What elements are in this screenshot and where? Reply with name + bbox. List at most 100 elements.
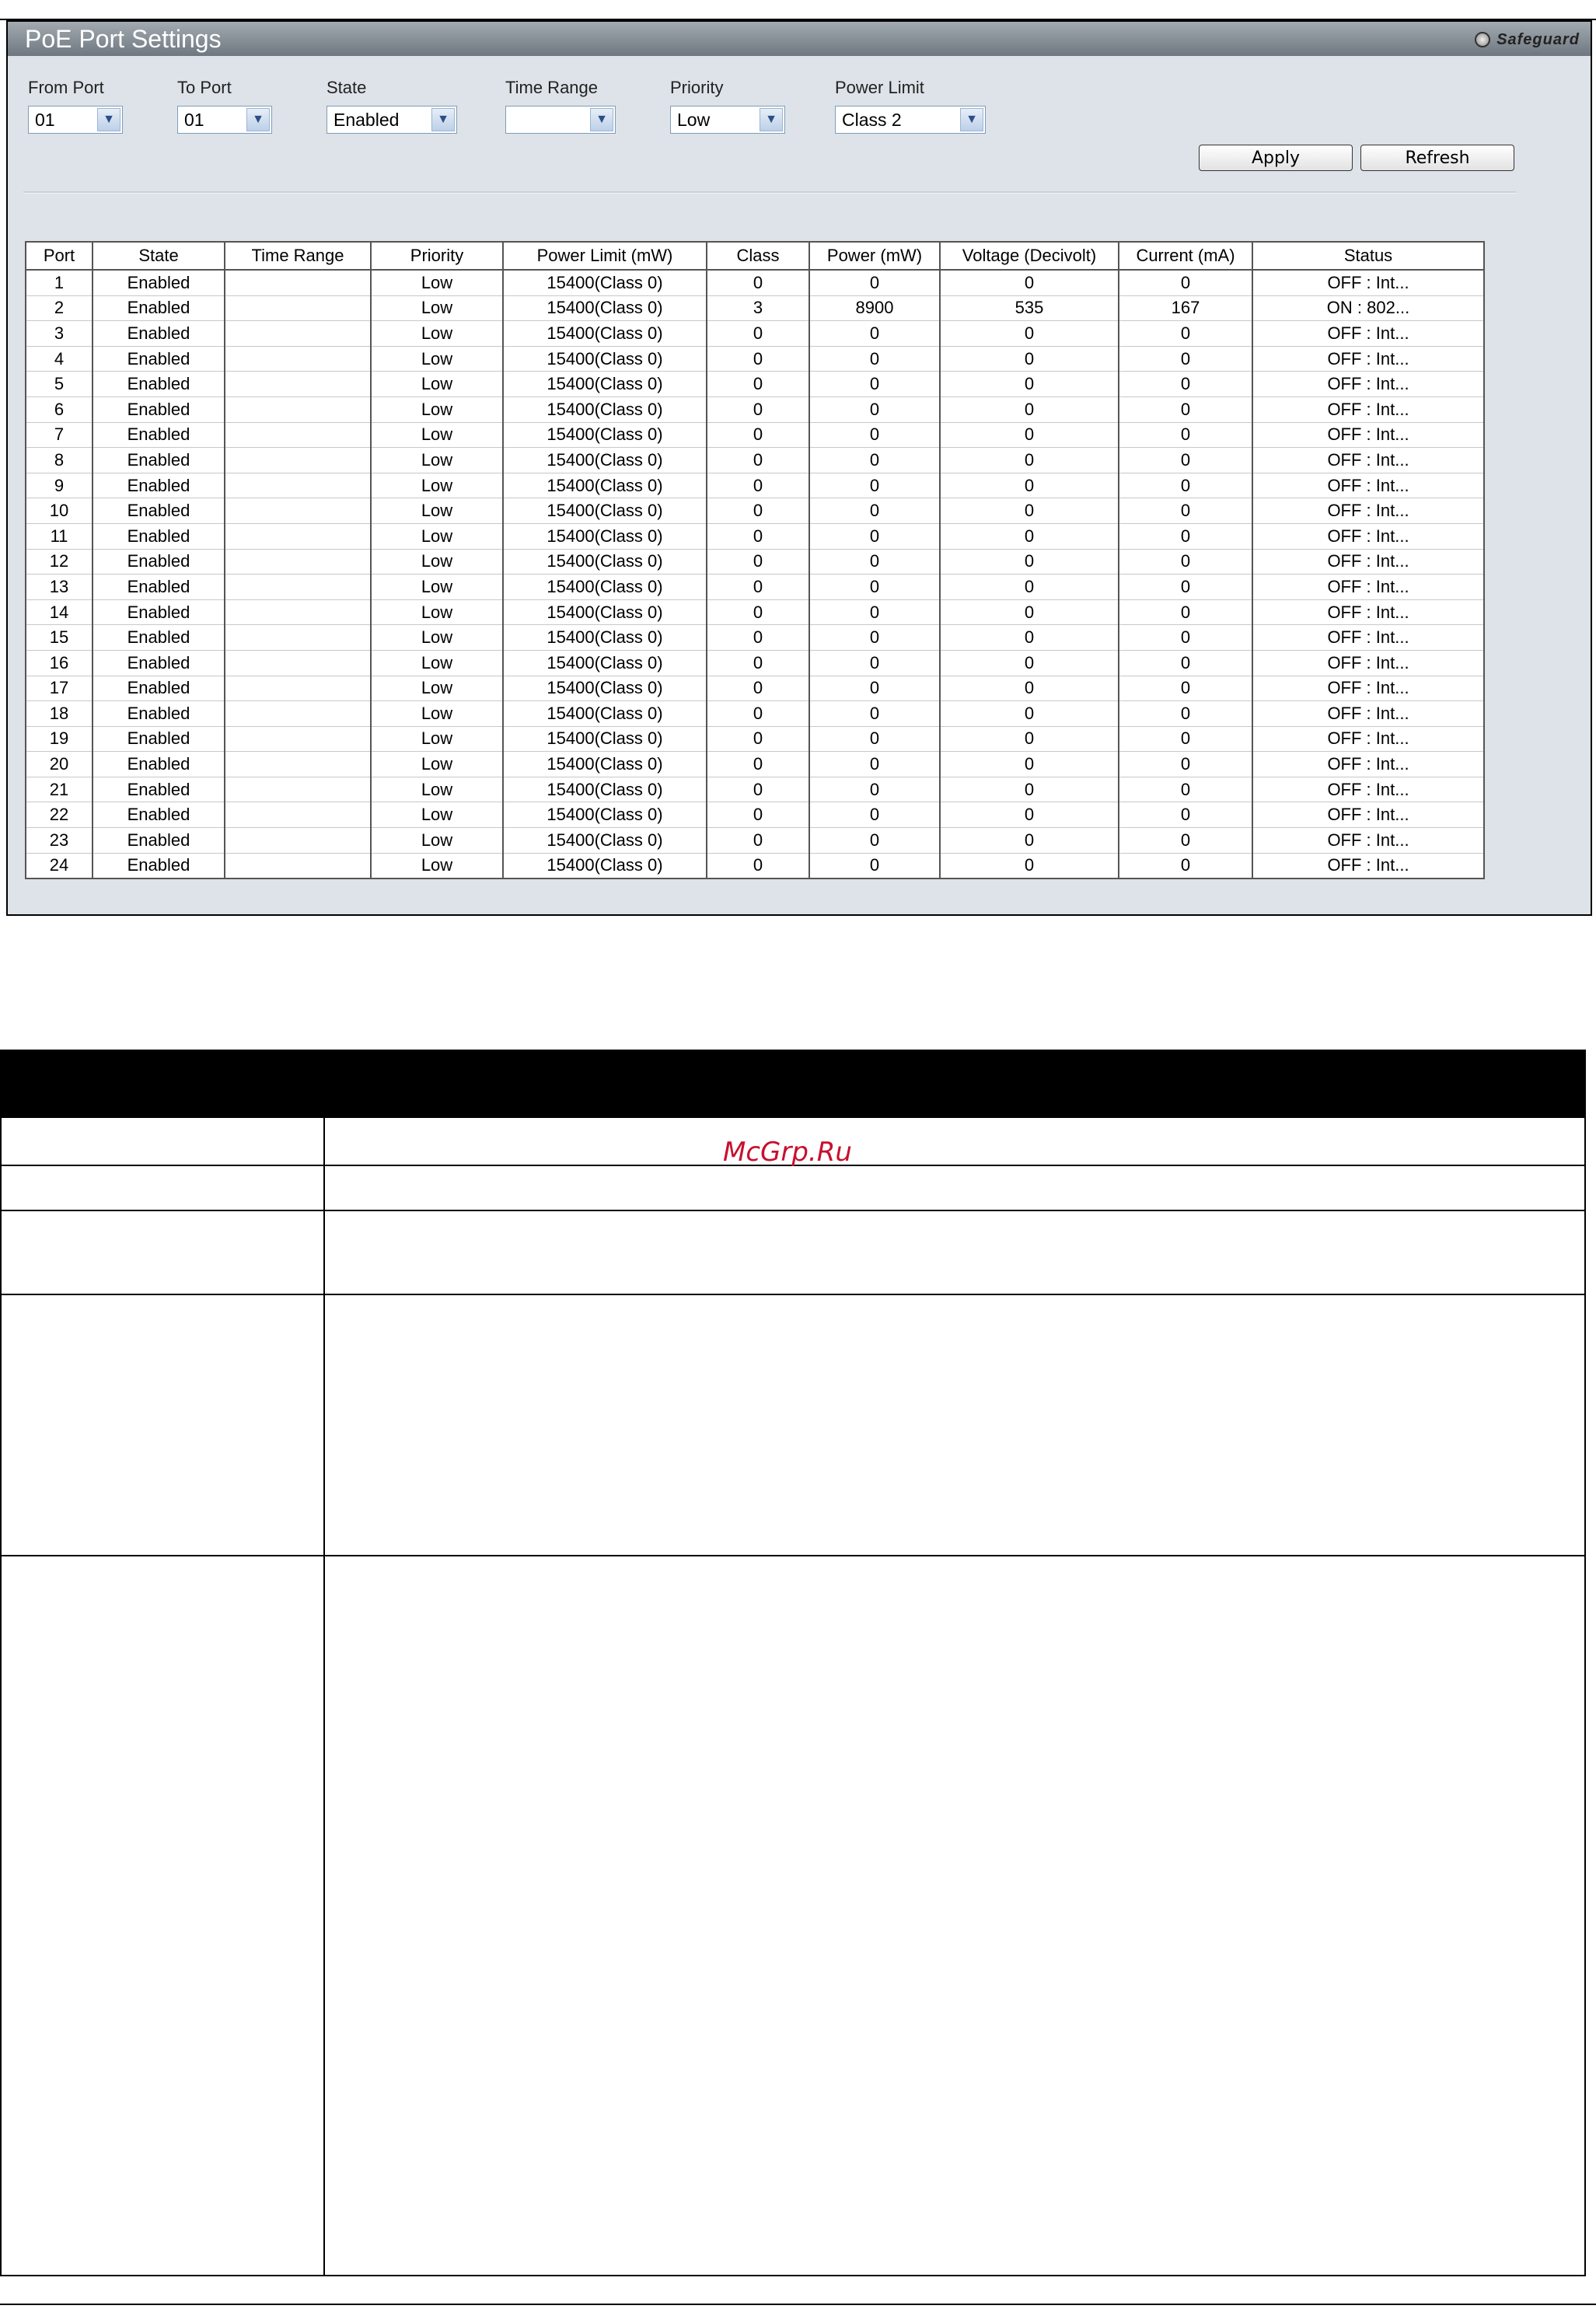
- cell-voltage: 0: [939, 751, 1119, 777]
- cell-voltage: 0: [939, 726, 1119, 753]
- poe-port-table: Port State Time Range Priority Power Lim…: [25, 241, 1485, 880]
- cell-power-limit: 15400(Class 0): [502, 295, 707, 322]
- cell-power-limit: 15400(Class 0): [502, 447, 707, 473]
- chevron-down-icon[interactable]: ▼: [431, 108, 455, 131]
- cell-time-range: [224, 827, 372, 854]
- cell-port: 19: [25, 726, 93, 753]
- cell-class: 0: [706, 624, 810, 651]
- safeguard-indicator: Safeguard: [1475, 29, 1580, 51]
- refresh-button[interactable]: Refresh: [1360, 145, 1514, 171]
- table-row: 3 Enabled Low 15400(Class 0) 0 0 0 0 OFF : Int..…: [25, 320, 1485, 347]
- cell-port: 2: [25, 295, 93, 322]
- power-limit-label: Power Limit: [835, 78, 924, 97]
- from-port-select[interactable]: 01 ▼: [28, 106, 123, 134]
- cell-priority: Low: [370, 751, 504, 777]
- cell-time-range: [224, 346, 372, 372]
- cell-power-limit: 15400(Class 0): [502, 320, 707, 347]
- table-row: 16 Enabled Low 15400(Class 0) 0 0 0 0 OFF : Int.…: [25, 650, 1485, 676]
- cell-current: 0: [1118, 751, 1253, 777]
- table-row: 12 Enabled Low 15400(Class 0) 0 0 0 0 OFF : Int.…: [25, 549, 1485, 575]
- cell-state: Enabled: [92, 827, 225, 854]
- state-select[interactable]: Enabled ▼: [327, 106, 457, 134]
- to-port-select[interactable]: 01 ▼: [177, 106, 272, 134]
- cell-state: Enabled: [92, 270, 225, 296]
- cell-class: 0: [706, 396, 810, 423]
- cell-voltage: 0: [939, 827, 1119, 854]
- cell-power-limit: 15400(Class 0): [502, 777, 707, 803]
- cell-power: 0: [808, 574, 941, 600]
- cell-status: ON : 802...: [1252, 295, 1485, 322]
- chevron-down-icon[interactable]: ▼: [97, 108, 120, 131]
- priority-select[interactable]: Low ▼: [670, 106, 785, 134]
- cell-current: 0: [1118, 396, 1253, 423]
- cell-port: 9: [25, 473, 93, 499]
- cell-priority: Low: [370, 676, 504, 702]
- cell-time-range: [224, 599, 372, 626]
- cell-current: 0: [1118, 777, 1253, 803]
- cell-port: 20: [25, 751, 93, 777]
- table-row: 4 Enabled Low 15400(Class 0) 0 0 0 0 OFF : Int..…: [25, 346, 1485, 372]
- cell-voltage: 0: [939, 624, 1119, 651]
- cell-time-range: [224, 498, 372, 524]
- doc-table-header: [0, 1050, 1586, 1116]
- cell-power-limit: 15400(Class 0): [502, 422, 707, 449]
- cell-status: OFF : Int...: [1252, 346, 1485, 372]
- time-range-select[interactable]: ▼: [505, 106, 616, 134]
- cell-voltage: 0: [939, 574, 1119, 600]
- cell-time-range: [224, 447, 372, 473]
- cell-port: 5: [25, 371, 93, 397]
- chevron-down-icon[interactable]: ▼: [960, 108, 983, 131]
- cell-state: Enabled: [92, 523, 225, 550]
- form-divider: [23, 191, 1516, 194]
- cell-current: 0: [1118, 270, 1253, 296]
- cell-port: 23: [25, 827, 93, 854]
- cell-port: 24: [25, 853, 93, 880]
- cell-time-range: [224, 396, 372, 423]
- cell-voltage: 0: [939, 396, 1119, 423]
- state-value: Enabled: [334, 109, 400, 130]
- column-header-voltage: Voltage (Decivolt): [939, 241, 1119, 271]
- cell-voltage: 0: [939, 473, 1119, 499]
- cell-power: 0: [808, 320, 941, 347]
- cell-power-limit: 15400(Class 0): [502, 346, 707, 372]
- cell-voltage: 0: [939, 777, 1119, 803]
- cell-status: OFF : Int...: [1252, 473, 1485, 499]
- to-port-label: To Port: [177, 78, 232, 97]
- cell-status: OFF : Int...: [1252, 371, 1485, 397]
- cell-status: OFF : Int...: [1252, 396, 1485, 423]
- cell-current: 0: [1118, 574, 1253, 600]
- priority-value: Low: [677, 109, 711, 130]
- cell-voltage: 0: [939, 700, 1119, 727]
- cell-port: 8: [25, 447, 93, 473]
- chevron-down-icon[interactable]: ▼: [246, 108, 270, 131]
- cell-voltage: 0: [939, 802, 1119, 829]
- column-header-priority: Priority: [370, 241, 504, 271]
- cell-port: 10: [25, 498, 93, 524]
- cell-voltage: 0: [939, 371, 1119, 397]
- state-label: State: [327, 78, 367, 97]
- cell-time-range: [224, 676, 372, 702]
- safeguard-label: Safeguard: [1496, 30, 1580, 48]
- cell-port: 16: [25, 650, 93, 676]
- cell-class: 0: [706, 270, 810, 296]
- table-row: 23 Enabled Low 15400(Class 0) 0 0 0 0 OFF : Int.…: [25, 827, 1485, 854]
- power-limit-select[interactable]: Class 2 ▼: [835, 106, 986, 134]
- apply-button[interactable]: Apply: [1199, 145, 1353, 171]
- safeguard-icon: [1475, 32, 1491, 47]
- cell-current: 0: [1118, 447, 1253, 473]
- cell-power: 0: [808, 827, 941, 854]
- cell-port: 7: [25, 422, 93, 449]
- cell-current: 0: [1118, 473, 1253, 499]
- chevron-down-icon[interactable]: ▼: [760, 108, 783, 131]
- cell-time-range: [224, 295, 372, 322]
- cell-power: 0: [808, 371, 941, 397]
- cell-class: 0: [706, 447, 810, 473]
- cell-class: 0: [706, 751, 810, 777]
- cell-state: Enabled: [92, 295, 225, 322]
- cell-current: 0: [1118, 650, 1253, 676]
- cell-current: 0: [1118, 726, 1253, 753]
- column-header-current: Current (mA): [1118, 241, 1253, 271]
- cell-power: 0: [808, 549, 941, 575]
- doc-row-divider: [2, 1294, 1584, 1295]
- chevron-down-icon[interactable]: ▼: [590, 108, 613, 131]
